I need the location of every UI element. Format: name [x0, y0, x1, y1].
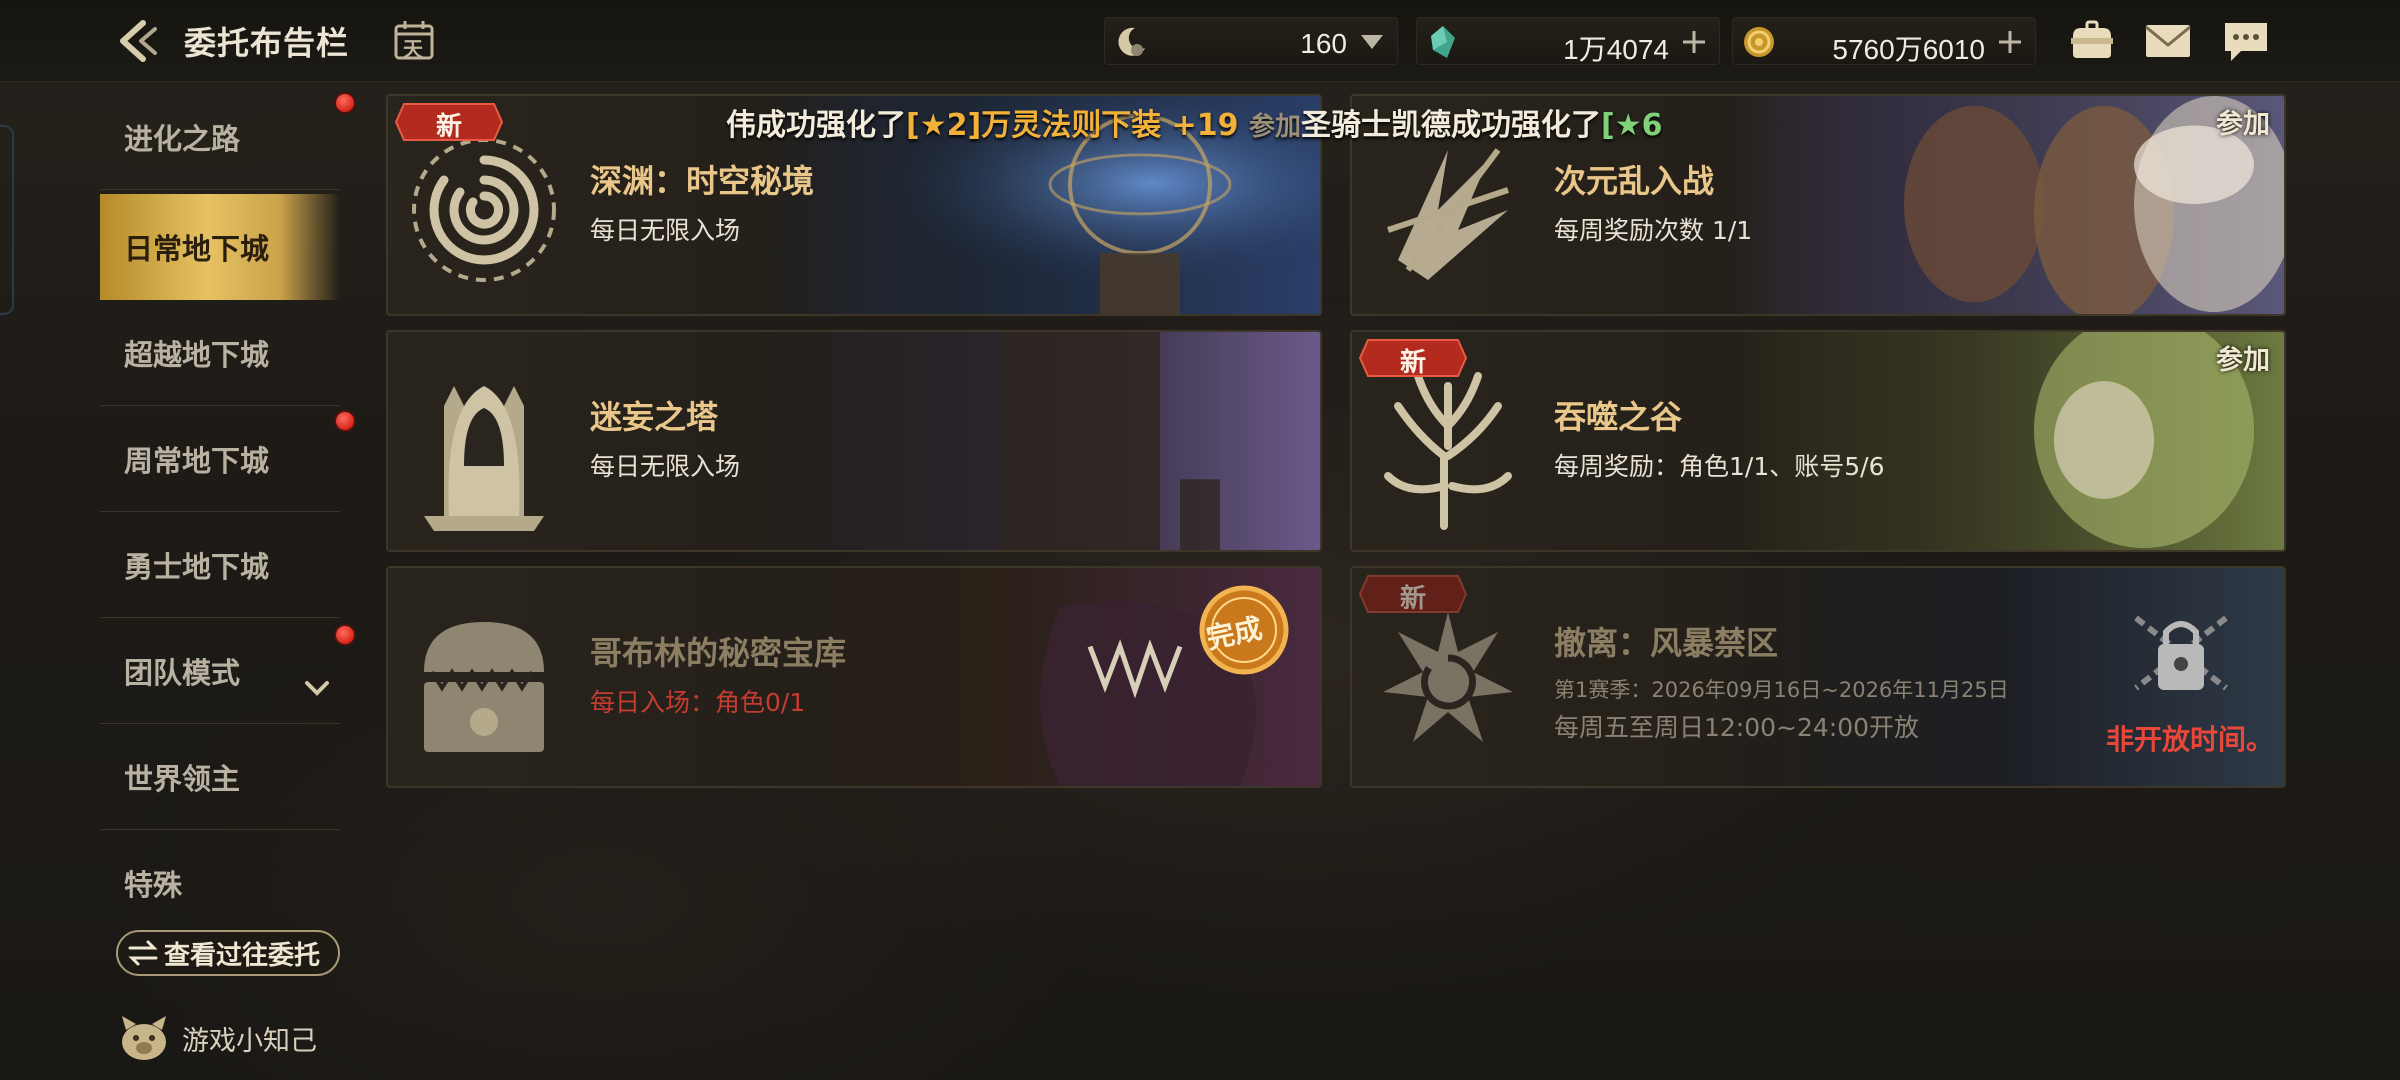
back-arrow-icon	[120, 20, 157, 62]
card-subtitle: 每日无限入场	[590, 452, 741, 481]
chat-icon	[2225, 23, 2267, 61]
card-art	[760, 332, 1320, 550]
sidebar-item-transcend-dungeon[interactable]: 超越地下城	[100, 300, 340, 406]
card-season: 第1赛季：2026年09月16日~2026年11月25日	[1554, 678, 2009, 702]
swap-arrows-icon	[128, 940, 158, 966]
tips-label: 游戏小知己	[182, 1025, 317, 1057]
notice-item: [★2]万灵法则下装 +19	[906, 108, 1239, 143]
join-tag: 参加	[2216, 109, 2270, 140]
fatigue-value: 160	[1300, 28, 1347, 59]
new-badge: 新	[394, 102, 504, 142]
view-past-commissions-button[interactable]: 查看过往委托	[116, 930, 340, 976]
sidebar-item-label: 世界领主	[124, 762, 241, 796]
card-title: 次元乱入战	[1554, 162, 1715, 200]
card-subtitle: 每日入场：角色0/1	[590, 688, 806, 717]
plus-icon	[1999, 31, 2021, 53]
notification-dot	[334, 410, 356, 432]
sidebar-item-weekly-dungeon[interactable]: 周常地下城	[100, 406, 356, 512]
new-badge: 新	[1358, 574, 1468, 614]
sidebar-item-label: 团队模式	[124, 656, 241, 690]
bag-button[interactable]	[2066, 16, 2118, 66]
sidebar-item-label: 周常地下城	[124, 444, 270, 478]
notice-text: 伟成功强化了	[726, 108, 906, 143]
card-subtitle: 每周五至周日12:00~24:00开放	[1554, 713, 1920, 742]
card-title: 吞噬之谷	[1554, 398, 1683, 436]
caret-down-icon	[1361, 35, 1383, 49]
lock-chain-icon	[2134, 615, 2228, 691]
crystal-add-button[interactable]	[1677, 25, 1711, 59]
sidebar-item-label: 超越地下城	[124, 338, 270, 372]
card-storm-zone[interactable]: 新 撤离：风暴禁区 第1赛季：2026年09月16日~2026年11月25日 每…	[1350, 566, 2286, 788]
card-subtitle: 每周奖励：角色1/1、账号5/6	[1554, 452, 1885, 481]
bag-icon	[2071, 20, 2113, 58]
new-badge: 新	[1358, 338, 1468, 378]
history-button-label: 查看过往委托	[164, 940, 321, 971]
card-art	[1724, 332, 2284, 550]
plus-icon	[1683, 31, 1705, 53]
calendar-icon[interactable]: 天	[392, 18, 436, 62]
sidebar-item-raid-mode[interactable]: 团队模式	[100, 618, 356, 724]
sidebar-item-evolution[interactable]: 进化之路	[100, 84, 356, 190]
card-devouring-valley[interactable]: 新 参加 吞噬之谷 每周奖励：角色1/1、账号5/6	[1350, 330, 2286, 552]
notification-dot	[334, 624, 356, 646]
new-badge-label: 新	[1399, 584, 1426, 614]
sidebar-item-special[interactable]: 特殊	[100, 830, 340, 910]
broadcast-notice: 伟成功强化了[★2]万灵法则下装 +19 参加圣骑士凯德成功强化了[★6	[726, 100, 1662, 144]
card-title: 迷妄之塔	[590, 398, 719, 436]
new-badge-label: 新	[435, 112, 462, 142]
top-bar: 委托布告栏 天 160 1万4074 5760万6010	[0, 0, 2400, 82]
fatigue-moon-icon	[1118, 27, 1145, 56]
join-tag: 参加	[2216, 345, 2270, 376]
sidebar-item-warrior-dungeon[interactable]: 勇士地下城	[100, 512, 340, 618]
mimic-chest-icon	[424, 622, 544, 752]
notice-overlap: 参加	[1248, 112, 1301, 142]
new-badge-label: 新	[1399, 348, 1426, 378]
card-tower-of-illusion[interactable]: 迷妄之塔 每日无限入场	[386, 330, 1322, 552]
sidebar-item-label: 进化之路	[124, 122, 241, 156]
notice-text: 圣骑士凯德成功强化了	[1301, 108, 1601, 143]
mail-icon	[2145, 25, 2191, 57]
chevron-down-icon	[305, 681, 329, 696]
notification-dot	[334, 92, 356, 114]
card-subtitle: 每日无限入场	[590, 216, 741, 245]
left-edge-handle[interactable]	[0, 125, 14, 315]
game-tips-button[interactable]: 游戏小知己	[116, 1010, 317, 1066]
card-title: 哥布林的秘密宝库	[590, 634, 847, 672]
calendar-glyph: 天	[403, 37, 423, 61]
card-goblin-vault[interactable]: 完成 哥布林的秘密宝库 每日入场：角色0/1	[386, 566, 1322, 788]
gold-counter: 5760万6010	[1732, 17, 2036, 65]
green-crystal-icon	[1431, 26, 1455, 58]
card-title: 撤离：风暴禁区	[1554, 624, 1779, 662]
notice-item: [★6	[1601, 108, 1663, 143]
back-button[interactable]	[112, 16, 164, 66]
sidebar-item-label: 勇士地下城	[124, 550, 270, 584]
card-title: 深渊：时空秘境	[590, 162, 815, 200]
fatigue-dropdown-button[interactable]	[1355, 25, 1389, 59]
chat-button[interactable]	[2220, 16, 2272, 66]
fatigue-counter: 160	[1104, 17, 1398, 65]
crystal-counter: 1万4074	[1416, 17, 1720, 65]
gold-coin-icon	[1744, 27, 1774, 57]
sidebar-item-daily-dungeon[interactable]: 日常地下城	[100, 194, 340, 300]
mascot-pig-icon	[122, 1016, 166, 1060]
sidebar-item-label: 特殊	[124, 868, 183, 902]
mail-button[interactable]	[2142, 16, 2194, 66]
sidebar-item-world-boss[interactable]: 世界领主	[100, 724, 340, 830]
card-subtitle: 每周奖励次数 1/1	[1554, 216, 1753, 245]
gold-add-button[interactable]	[1993, 25, 2027, 59]
crystal-value: 1万4074	[1563, 34, 1669, 65]
card-art	[1724, 96, 2284, 314]
sidebar-item-label: 日常地下城	[124, 232, 270, 266]
hooded-tower-icon	[424, 386, 544, 531]
closed-status: 非开放时间。	[2105, 723, 2274, 756]
page-title: 委托布告栏	[184, 24, 350, 62]
gold-value: 5760万6010	[1832, 34, 1985, 65]
